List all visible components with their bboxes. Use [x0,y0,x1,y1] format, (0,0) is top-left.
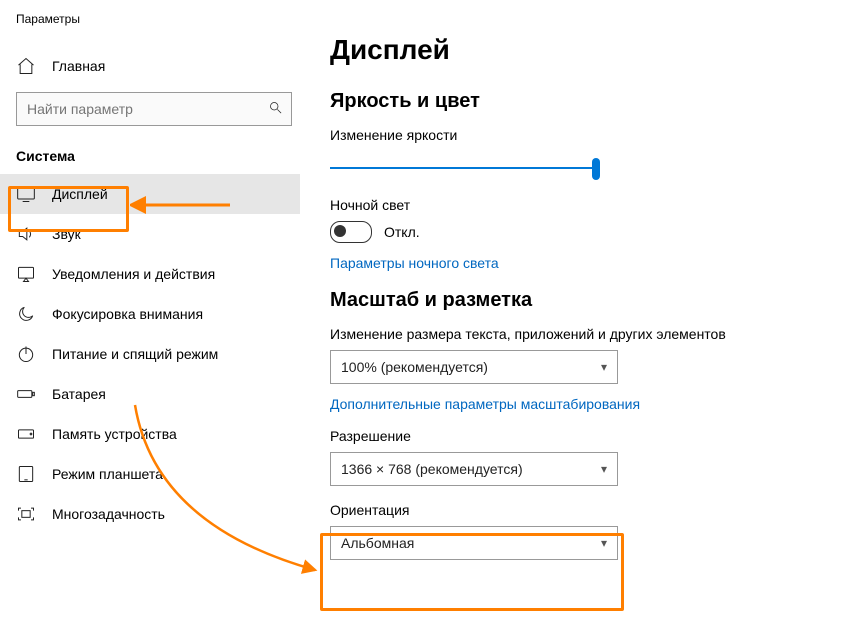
sidebar-item-multitasking[interactable]: Многозадачность [0,494,300,534]
night-light-settings-link[interactable]: Параметры ночного света [330,255,820,271]
notifications-icon [16,264,36,284]
sidebar-section-title: Система [0,144,300,174]
orientation-label: Ориентация [330,502,820,518]
orientation-dropdown[interactable]: Альбомная ▾ [330,526,618,560]
nav-label-storage: Память устройства [52,426,177,442]
sidebar-item-focus[interactable]: Фокусировка внимания [0,294,300,334]
slider-thumb[interactable] [592,158,600,180]
scale-info-label: Изменение размера текста, приложений и д… [330,326,820,342]
resolution-value: 1366 × 768 (рекомендуется) [341,461,523,477]
night-light-label: Ночной свет [330,197,820,213]
search-field[interactable] [25,100,268,118]
nav-label-tablet: Режим планшета [52,466,163,482]
window-title: Параметры [0,8,300,46]
nav-label-display: Дисплей [52,186,108,202]
sidebar-item-power[interactable]: Питание и спящий режим [0,334,300,374]
chevron-down-icon: ▾ [601,536,607,550]
brightness-section-title: Яркость и цвет [330,90,820,113]
sidebar-item-sound[interactable]: Звук [0,214,300,254]
tablet-icon [16,464,36,484]
nav-label-battery: Батарея [52,386,106,402]
home-icon [16,56,36,76]
scale-dropdown[interactable]: 100% (рекомендуется) ▾ [330,350,618,384]
night-light-state: Откл. [384,224,420,240]
search-icon [268,100,283,118]
nav-label-focus: Фокусировка внимания [52,306,203,322]
chevron-down-icon: ▾ [601,360,607,374]
focus-icon [16,304,36,324]
home-label: Главная [52,58,105,74]
battery-icon [16,384,36,404]
nav-label-sound: Звук [52,226,81,242]
sound-icon [16,224,36,244]
sidebar-item-notifications[interactable]: Уведомления и действия [0,254,300,294]
sidebar-home[interactable]: Главная [0,46,300,86]
chevron-down-icon: ▾ [601,462,607,476]
scale-section-title: Масштаб и разметка [330,289,820,312]
sidebar-item-storage[interactable]: Память устройства [0,414,300,454]
nav-label-multitasking: Многозадачность [52,506,165,522]
nav-label-notifications: Уведомления и действия [52,266,215,282]
search-input[interactable] [16,92,292,126]
orientation-value: Альбомная [341,535,414,551]
sidebar-item-display[interactable]: Дисплей [0,174,300,214]
power-icon [16,344,36,364]
sidebar-item-tablet[interactable]: Режим планшета [0,454,300,494]
main-panel: Дисплей Яркость и цвет Изменение яркости… [300,0,850,630]
resolution-dropdown[interactable]: 1366 × 768 (рекомендуется) ▾ [330,452,618,486]
resolution-label: Разрешение [330,428,820,444]
switch-knob [334,225,346,237]
display-icon [16,184,36,204]
scale-advanced-link[interactable]: Дополнительные параметры масштабирования [330,396,820,412]
brightness-slider[interactable] [330,167,596,169]
sidebar-item-battery[interactable]: Батарея [0,374,300,414]
storage-icon [16,424,36,444]
sidebar: Параметры Главная Система Дисплей З [0,0,300,630]
brightness-label: Изменение яркости [330,127,820,143]
multitasking-icon [16,504,36,524]
night-light-toggle[interactable] [330,221,372,243]
nav-label-power: Питание и спящий режим [52,346,218,362]
scale-value: 100% (рекомендуется) [341,359,488,375]
page-title: Дисплей [330,34,820,66]
